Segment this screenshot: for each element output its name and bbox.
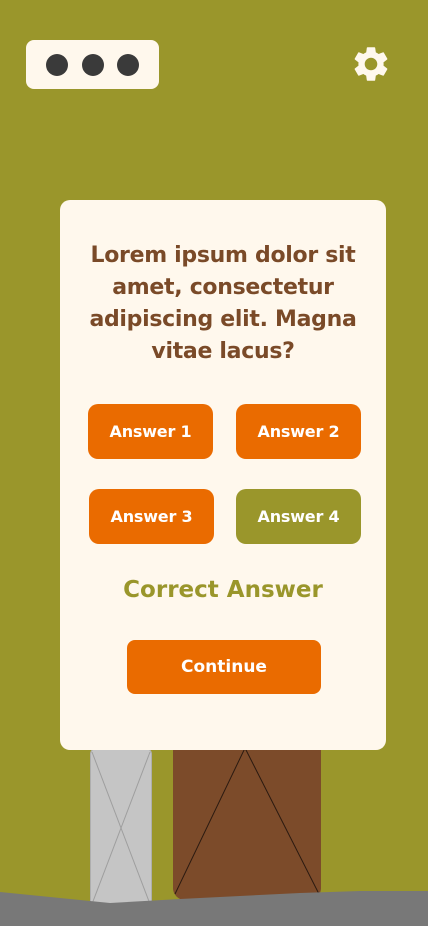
- answer-1-button[interactable]: Answer 1: [88, 404, 213, 459]
- question-text: Lorem ipsum dolor sit amet, consectetur …: [89, 243, 357, 364]
- menu-button[interactable]: [26, 40, 159, 89]
- quiz-card: Lorem ipsum dolor sit amet, consectetur …: [60, 200, 386, 750]
- feedback-text: Correct Answer: [123, 577, 323, 603]
- wooden-pillar: [173, 748, 321, 900]
- answer-3-button[interactable]: Answer 3: [89, 489, 214, 544]
- gear-icon[interactable]: [350, 42, 392, 86]
- menu-dot: [117, 53, 140, 76]
- answer-4-button[interactable]: Answer 4: [236, 489, 361, 544]
- ground: [0, 891, 428, 926]
- menu-dot: [81, 53, 104, 76]
- stone-pillar: [90, 748, 152, 908]
- menu-dot: [45, 53, 68, 76]
- continue-button[interactable]: Continue: [127, 640, 321, 694]
- answer-2-button[interactable]: Answer 2: [236, 404, 361, 459]
